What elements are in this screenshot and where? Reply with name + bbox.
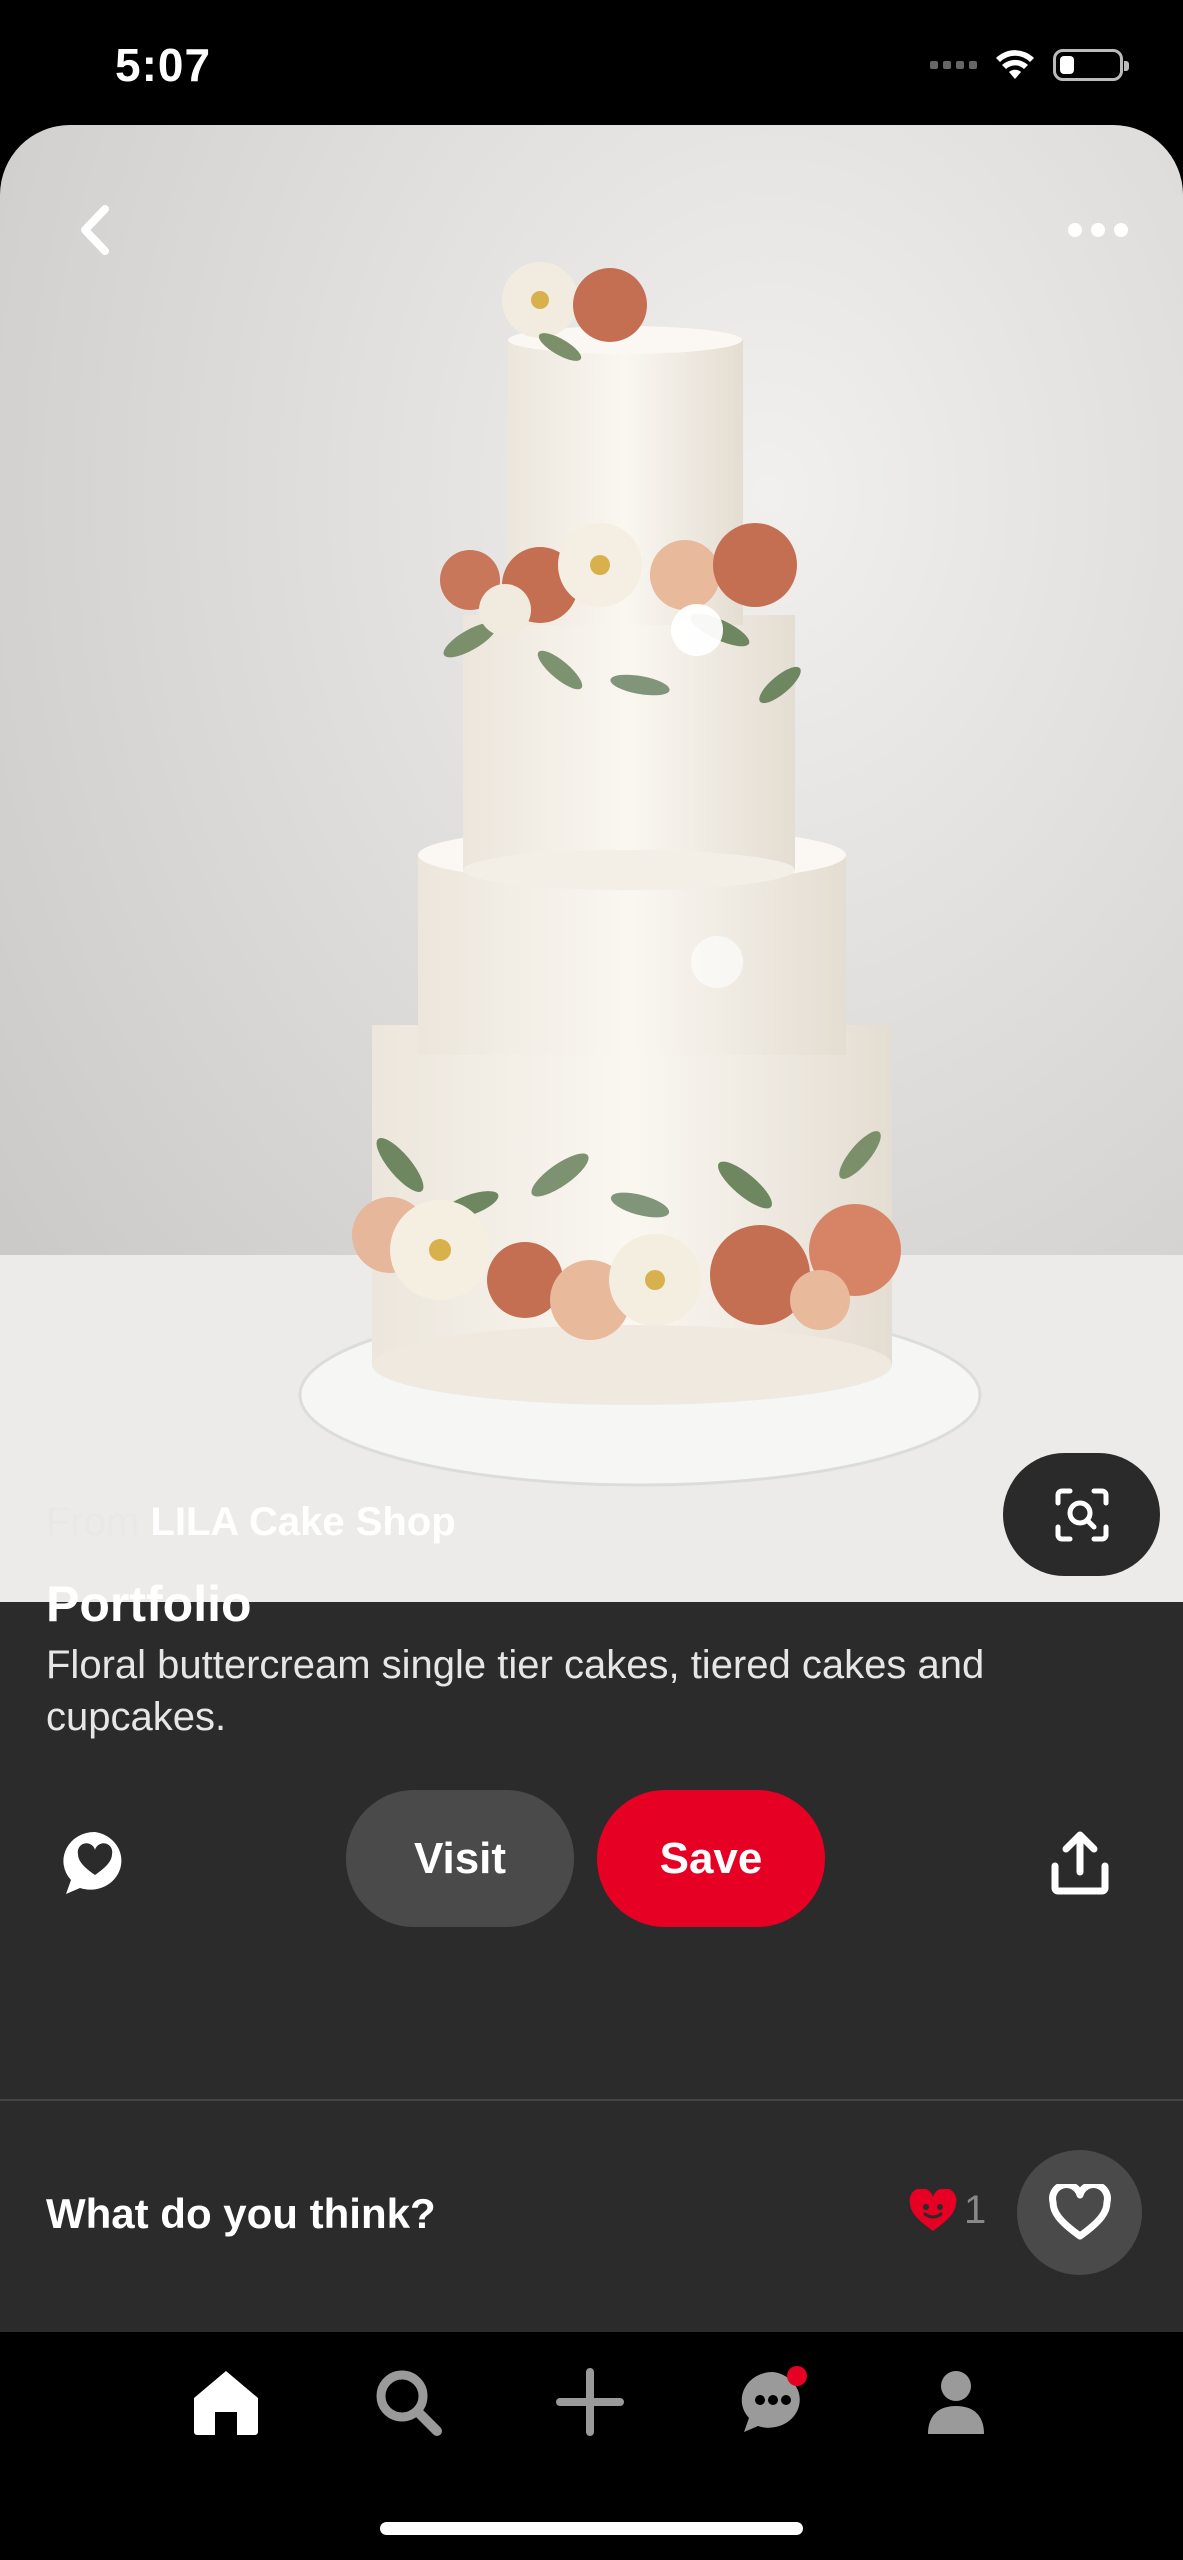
pin-description: Floral buttercream single tier cakes, ti… bbox=[46, 1643, 985, 1739]
search-icon bbox=[376, 2370, 442, 2436]
reaction-count-value: 1 bbox=[964, 2188, 987, 2232]
wifi-icon bbox=[996, 50, 1034, 79]
bottom-nav bbox=[0, 2332, 1183, 2560]
back-button[interactable] bbox=[60, 195, 130, 265]
profile-icon bbox=[928, 2371, 984, 2434]
react-button[interactable] bbox=[1017, 2150, 1142, 2275]
feedback-row: What do you think? 1 bbox=[0, 2150, 1183, 2280]
home-icon bbox=[194, 2371, 258, 2435]
feedback-prompt: What do you think? bbox=[46, 2190, 436, 2237]
nav-search[interactable] bbox=[368, 2362, 448, 2442]
comment-heart-icon bbox=[63, 1831, 122, 1894]
source-prefix: From bbox=[46, 1500, 140, 1544]
status-icons bbox=[930, 40, 1129, 90]
comment-button[interactable] bbox=[60, 1828, 130, 1898]
nav-home[interactable] bbox=[186, 2362, 266, 2442]
pin-info: From LILA Cake Shop Portfolio Floral but… bbox=[46, 1500, 1136, 1743]
pin-image[interactable] bbox=[0, 125, 1183, 1602]
status-bar: 5:07 bbox=[0, 0, 1183, 125]
visit-button[interactable]: Visit bbox=[346, 1790, 574, 1927]
battery-icon bbox=[1053, 49, 1129, 81]
more-options-button[interactable] bbox=[1063, 205, 1133, 255]
pin-source[interactable]: From LILA Cake Shop bbox=[46, 1500, 1136, 1545]
nav-messages[interactable] bbox=[733, 2362, 813, 2442]
notification-dot bbox=[787, 2366, 807, 2386]
cellular-signal-icon bbox=[930, 61, 977, 69]
pin-title: Portfolio bbox=[46, 1576, 252, 1632]
share-icon bbox=[1051, 1831, 1109, 1895]
reaction-count[interactable]: 1 bbox=[908, 2188, 986, 2233]
nav-create[interactable] bbox=[550, 2362, 630, 2442]
save-button[interactable]: Save bbox=[597, 1790, 825, 1927]
pin-card bbox=[0, 125, 1183, 2332]
section-divider bbox=[0, 2099, 1183, 2101]
home-indicator[interactable] bbox=[380, 2522, 803, 2535]
share-button[interactable] bbox=[1050, 1830, 1110, 1896]
status-time: 5:07 bbox=[115, 39, 212, 91]
action-bar: Visit Save bbox=[0, 1790, 1183, 1930]
nav-profile[interactable] bbox=[916, 2362, 996, 2442]
heart-face-icon bbox=[909, 2188, 957, 2231]
source-name[interactable]: LILA Cake Shop bbox=[150, 1500, 455, 1544]
plus-icon bbox=[556, 2368, 624, 2436]
ellipsis-icon bbox=[1068, 223, 1128, 237]
chevron-left-icon bbox=[81, 205, 109, 255]
heart-icon bbox=[1048, 2183, 1111, 2239]
